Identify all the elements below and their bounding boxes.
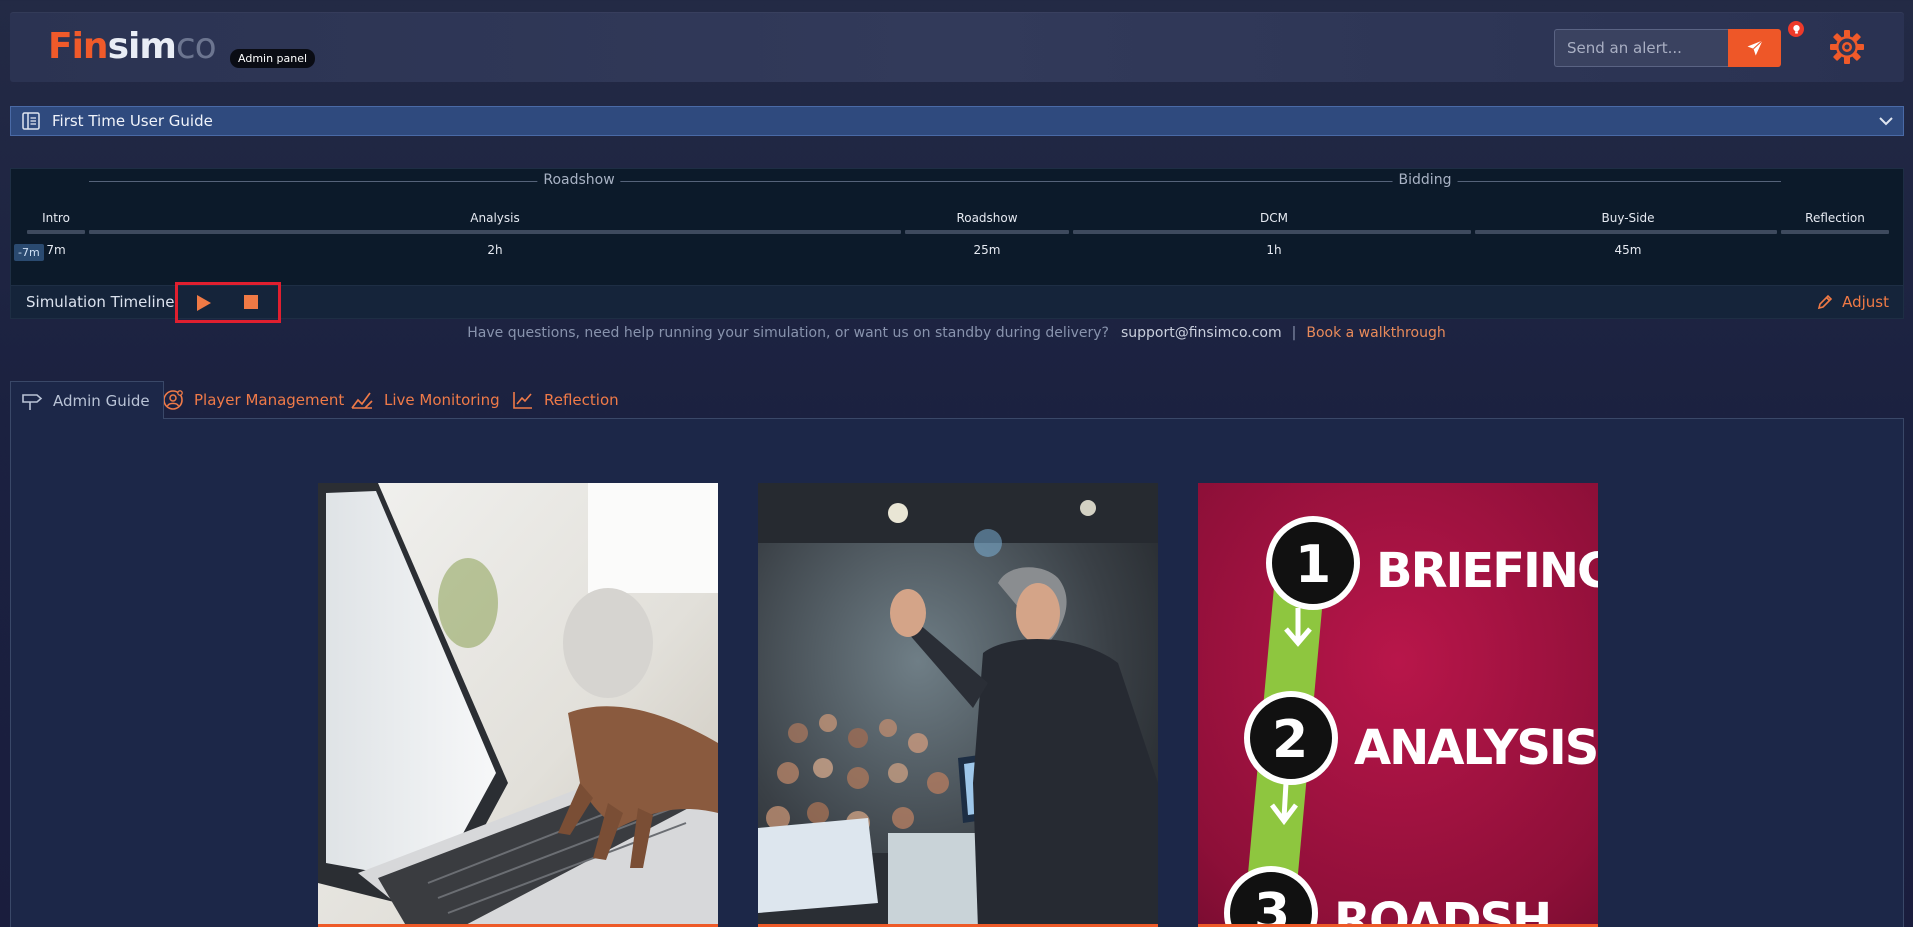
- phase-label-bidding: Bidding: [1392, 172, 1458, 188]
- guide-title: First Time User Guide: [52, 112, 213, 130]
- stage-bar-roadshow[interactable]: [905, 230, 1069, 234]
- duration-analysis: 2h: [487, 243, 503, 257]
- finsimco-logo[interactable]: Finsimco: [48, 26, 217, 67]
- timeline-title: Simulation Timeline: [26, 293, 175, 311]
- tab-label-reflection: Reflection: [544, 391, 619, 409]
- conference-speaker-photo: [758, 483, 1158, 927]
- stage-label-buy-side: Buy-Side: [1601, 211, 1655, 225]
- step-number-2: 2: [1272, 710, 1309, 770]
- stage-bar-dcm[interactable]: [1073, 230, 1471, 234]
- notification-badge[interactable]: [1788, 21, 1804, 37]
- stage-label-reflection: Reflection: [1805, 211, 1865, 225]
- stage-label-roadshow: Roadshow: [956, 211, 1018, 225]
- tab-label-admin-guide: Admin Guide: [53, 391, 150, 410]
- tab-live-monitoring[interactable]: Live Monitoring: [350, 381, 500, 419]
- step-number-1: 1: [1295, 535, 1332, 595]
- laptop-typing-photo: [318, 483, 718, 927]
- send-alert-input[interactable]: [1554, 29, 1728, 67]
- step-number-3: 3: [1254, 883, 1291, 927]
- admin-panel-badge: Admin panel: [230, 49, 316, 68]
- phase-label-roadshow: Roadshow: [537, 172, 621, 188]
- help-separator: |: [1291, 325, 1297, 341]
- guide-card-laptop[interactable]: [318, 483, 718, 927]
- support-email-link[interactable]: support@finsimco.com: [1121, 325, 1282, 341]
- step-label-analysis: ANALYSIS: [1354, 720, 1598, 776]
- stage-label-dcm: DCM: [1260, 211, 1288, 225]
- stage-bar-reflection[interactable]: [1781, 230, 1889, 234]
- stage-label-intro: Intro: [42, 211, 70, 225]
- tab-label-live-monitoring: Live Monitoring: [384, 391, 500, 409]
- tab-admin-guide[interactable]: Admin Guide: [10, 381, 164, 419]
- tab-reflection[interactable]: Reflection: [512, 381, 619, 419]
- stage-bar-intro[interactable]: [27, 230, 85, 234]
- stop-icon[interactable]: [244, 295, 258, 309]
- stage-bar-analysis[interactable]: [89, 230, 901, 234]
- adjust-label: Adjust: [1842, 293, 1889, 311]
- time-offset-badge: -7m: [14, 244, 44, 261]
- stage-bar-buy-side[interactable]: [1475, 230, 1777, 234]
- monitoring-icon: [351, 392, 373, 409]
- duration-dcm: 1h: [1266, 243, 1282, 257]
- play-icon[interactable]: [194, 294, 212, 312]
- stage-label-analysis: Analysis: [470, 211, 520, 225]
- admin-guide-content: 1 BRIEFING 2 ANALYSIS 3 ROADSH: [10, 418, 1904, 927]
- guide-book-icon: [22, 112, 40, 130]
- gear-icon[interactable]: [1829, 29, 1865, 65]
- signpost-icon: [22, 393, 43, 410]
- lightbulb-icon: [1792, 24, 1800, 34]
- first-time-user-guide-bar[interactable]: First Time User Guide: [10, 106, 1904, 136]
- duration-buy-side: 45m: [1614, 243, 1642, 257]
- help-text: Have questions, need help running your s…: [467, 325, 1109, 341]
- book-walkthrough-link[interactable]: Book a walkthrough: [1306, 325, 1445, 341]
- step-label-roadshow: ROADSH: [1334, 893, 1552, 927]
- guide-card-steps[interactable]: 1 BRIEFING 2 ANALYSIS 3 ROADSH: [1198, 483, 1598, 927]
- playback-controls-highlight: [175, 282, 281, 323]
- paper-plane-icon: [1747, 40, 1763, 56]
- simulation-timeline: Roadshow Bidding Intro Analysis Roadshow…: [10, 168, 1904, 286]
- duration-intro: 7m: [46, 243, 66, 257]
- adjust-button[interactable]: Adjust: [1816, 293, 1889, 311]
- step-label-briefing: BRIEFING: [1376, 543, 1598, 599]
- tab-player-management[interactable]: Player Management: [162, 381, 344, 419]
- timeline-controls: Simulation Timeline Adjust: [10, 282, 1904, 323]
- duration-roadshow: 25m: [973, 243, 1001, 257]
- user-settings-icon: [163, 390, 183, 410]
- guide-card-speaker[interactable]: [758, 483, 1158, 927]
- admin-tabs: Admin Guide Player Management Live Monit…: [10, 381, 1904, 419]
- help-line: Have questions, need help running your s…: [0, 325, 1913, 341]
- chart-line-icon: [513, 392, 532, 409]
- send-alert-button[interactable]: [1728, 29, 1781, 67]
- chevron-down-icon[interactable]: [1877, 112, 1895, 130]
- tab-label-player-management: Player Management: [194, 391, 345, 409]
- pencil-icon: [1818, 294, 1833, 310]
